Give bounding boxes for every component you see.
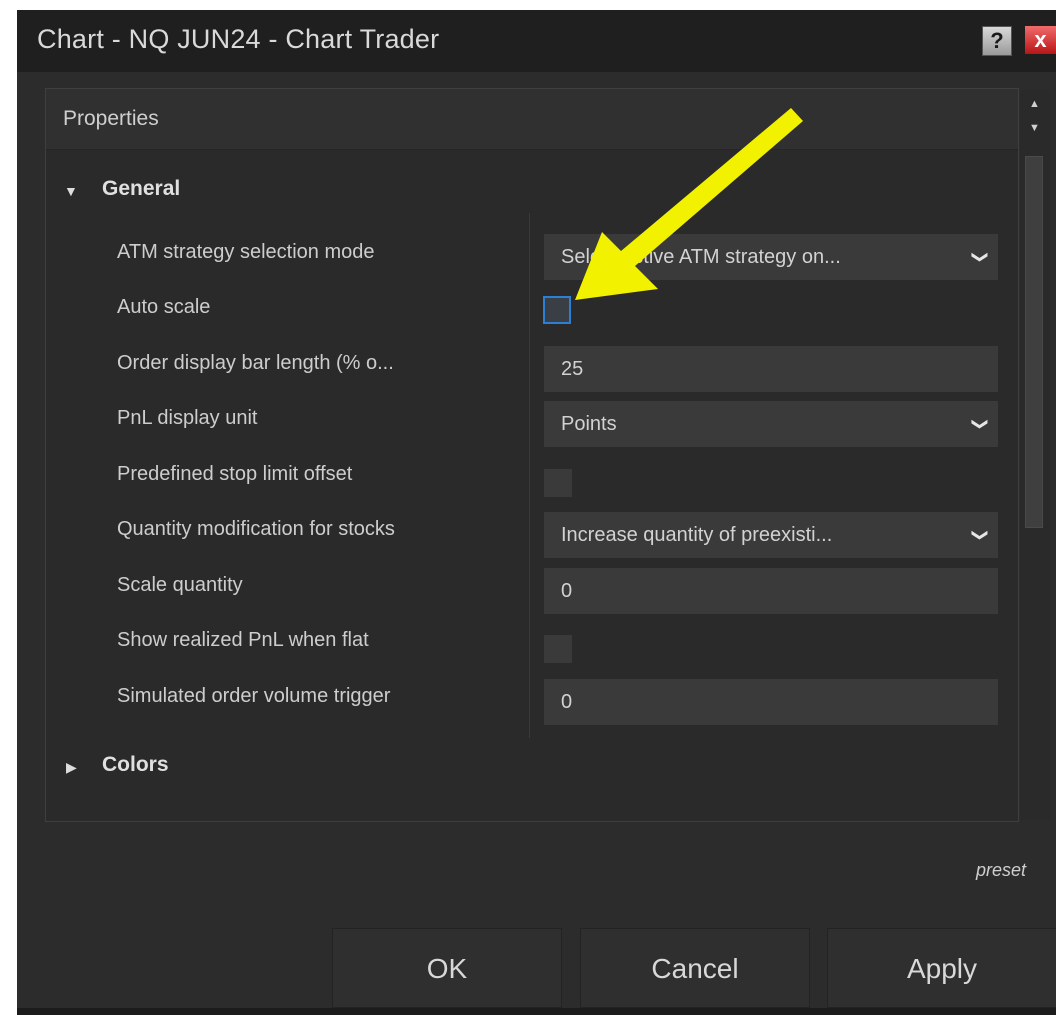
expand-triangle-icon[interactable]: ▶ (66, 759, 77, 776)
label-quantity-modification-for-stocks: Quantity modification for stocks (117, 518, 395, 540)
label-predefined-stop-limit-offset: Predefined stop limit offset (117, 463, 353, 485)
properties-title: Properties (63, 107, 159, 130)
order-display-bar-length-value: 25 (561, 358, 584, 380)
preset-link[interactable]: preset (976, 860, 1026, 881)
close-icon: x (1034, 27, 1047, 52)
section-colors[interactable]: Colors (102, 753, 169, 777)
scroll-thumb[interactable] (1025, 156, 1043, 528)
quantity-modification-value: Increase quantity of preexisti... (561, 524, 833, 546)
help-button[interactable]: ? (982, 26, 1012, 56)
label-order-display-bar-length: Order display bar length (% o... (117, 352, 394, 374)
properties-header: Properties (46, 89, 1018, 150)
auto-scale-checkbox[interactable] (543, 296, 571, 324)
apply-button[interactable]: Apply (827, 928, 1056, 1008)
chart-trader-dialog: Chart - NQ JUN24 - Chart Trader ? x Prop… (17, 10, 1056, 1015)
order-display-bar-length-input[interactable]: 25 (544, 346, 998, 392)
window-bottom-edge (17, 1008, 1056, 1015)
pnl-display-unit-dropdown[interactable]: Points ❮ (544, 401, 998, 447)
close-button[interactable]: x (1025, 26, 1056, 54)
properties-panel: Properties ▼ General ATM strategy select… (45, 88, 1019, 822)
simulated-order-volume-trigger-input[interactable]: 0 (544, 679, 998, 725)
ok-button[interactable]: OK (332, 928, 562, 1008)
atm-strategy-selection-mode-value: Select active ATM strategy on... (561, 246, 841, 268)
scroll-up-icon[interactable]: ▲ (1029, 98, 1040, 110)
label-atm-strategy-selection-mode: ATM strategy selection mode (117, 241, 375, 263)
label-pnl-display-unit: PnL display unit (117, 407, 258, 429)
simulated-order-volume-trigger-value: 0 (561, 691, 573, 713)
title-bar[interactable]: Chart - NQ JUN24 - Chart Trader ? x (17, 10, 1056, 72)
show-realized-pnl-checkbox[interactable] (544, 635, 572, 663)
window-title: Chart - NQ JUN24 - Chart Trader (37, 24, 440, 54)
properties-scrollbar[interactable]: ▲ ▼ (1020, 90, 1050, 820)
cancel-button[interactable]: Cancel (580, 928, 810, 1008)
predefined-stop-limit-offset-checkbox[interactable] (544, 469, 572, 497)
quantity-modification-dropdown[interactable]: Increase quantity of preexisti... ❮ (544, 512, 998, 558)
scroll-down-icon[interactable]: ▼ (1029, 122, 1040, 134)
question-icon: ? (990, 28, 1004, 53)
chevron-down-icon: ❮ (970, 417, 988, 431)
scale-quantity-value: 0 (561, 580, 573, 602)
label-auto-scale: Auto scale (117, 296, 211, 318)
chevron-down-icon: ❮ (970, 528, 988, 542)
label-scale-quantity: Scale quantity (117, 574, 243, 596)
pnl-display-unit-value: Points (561, 413, 617, 435)
label-simulated-order-volume-trigger: Simulated order volume trigger (117, 685, 391, 707)
collapse-triangle-icon[interactable]: ▼ (64, 183, 78, 199)
chevron-down-icon: ❮ (970, 250, 988, 264)
column-divider[interactable] (529, 213, 530, 738)
properties-grid: ▼ General ATM strategy selection mode Se… (46, 150, 1018, 821)
section-general[interactable]: General (102, 177, 180, 201)
scale-quantity-input[interactable]: 0 (544, 568, 998, 614)
label-show-realized-pnl-when-flat: Show realized PnL when flat (117, 629, 369, 651)
atm-strategy-selection-mode-dropdown[interactable]: Select active ATM strategy on... ❮ (544, 234, 998, 280)
